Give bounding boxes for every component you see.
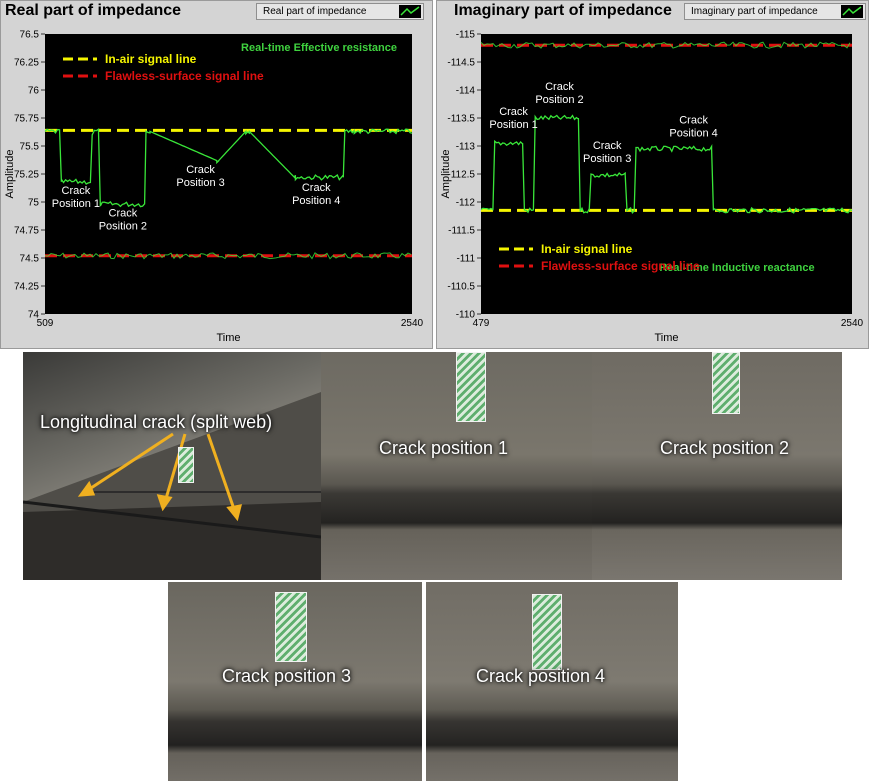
y-tick-label: -114 bbox=[456, 86, 476, 97]
photo-longitudinal-crack: Longitudinal crack (split web) bbox=[23, 352, 321, 580]
crack-label: Crack bbox=[593, 140, 622, 152]
sensor-tag bbox=[178, 447, 194, 483]
legend-entry: In-air signal line bbox=[541, 242, 633, 256]
y-tick-label: 75 bbox=[28, 198, 40, 209]
photo-caption: Longitudinal crack (split web) bbox=[40, 412, 273, 432]
chart-annotation: Real-time Effective resistance bbox=[241, 42, 397, 54]
sensor-tag bbox=[532, 594, 562, 670]
y-tick-label: 75.75 bbox=[14, 114, 39, 125]
photo-crack-position-2: Crack position 2 bbox=[592, 352, 842, 580]
y-tick-label: -114.5 bbox=[447, 58, 475, 69]
photo-caption: Crack position 3 bbox=[222, 666, 352, 686]
crack-label: Crack bbox=[186, 164, 215, 176]
real-impedance-chart: 7474.2574.574.757575.2575.575.757676.257… bbox=[4, 30, 424, 345]
y-tick-label: -111 bbox=[456, 254, 475, 265]
crack-label: Crack bbox=[499, 106, 528, 118]
crack-label: Crack bbox=[679, 115, 708, 127]
sensor-tag bbox=[456, 352, 486, 422]
crack-label: Position 1 bbox=[52, 198, 100, 210]
crack-label: Position 3 bbox=[176, 177, 224, 189]
crack-label: Position 1 bbox=[489, 119, 537, 131]
photo-crack-position-3: Crack position 3 bbox=[168, 582, 422, 781]
sensor-tag bbox=[275, 592, 307, 662]
y-tick-label: -113.5 bbox=[447, 114, 475, 125]
x-axis-label: Time bbox=[654, 332, 678, 344]
crack-label: Position 4 bbox=[669, 128, 717, 140]
y-tick-label: 74.5 bbox=[20, 254, 40, 265]
y-tick-label: -111.5 bbox=[448, 226, 475, 237]
x-tick-label: 509 bbox=[37, 318, 54, 329]
y-tick-label: 74.25 bbox=[14, 282, 39, 293]
sensor-tag bbox=[712, 352, 740, 414]
crack-label: Crack bbox=[545, 81, 574, 93]
crack-label: Position 4 bbox=[292, 195, 340, 207]
crack-label: Position 2 bbox=[99, 221, 147, 233]
rail-sketch bbox=[23, 392, 321, 580]
x-tick-label: 2540 bbox=[841, 318, 864, 329]
legend-entry: Flawless-surface signal line bbox=[541, 259, 700, 273]
y-tick-label: 75.25 bbox=[14, 170, 39, 181]
y-tick-label: -110.5 bbox=[447, 282, 475, 293]
y-tick-label: 76.5 bbox=[20, 30, 40, 41]
y-tick-label: 76 bbox=[28, 86, 40, 97]
crack-label: Position 2 bbox=[535, 94, 583, 106]
y-tick-label: 76.25 bbox=[14, 58, 39, 69]
real-impedance-panel: Real part of impedance Real part of impe… bbox=[0, 0, 433, 349]
legend-entry: Flawless-surface signal line bbox=[105, 69, 264, 83]
imag-impedance-panel: Imaginary part of impedance Imaginary pa… bbox=[436, 0, 869, 349]
photo-caption: Crack position 4 bbox=[476, 666, 606, 686]
crack-label: Position 3 bbox=[583, 153, 631, 165]
y-tick-label: -115 bbox=[456, 30, 476, 41]
photo-crack-position-4: Crack position 4 bbox=[426, 582, 678, 781]
y-tick-label: 75.5 bbox=[20, 142, 40, 153]
y-tick-label: -112 bbox=[456, 198, 476, 209]
y-axis-label: Amplitude bbox=[4, 150, 16, 199]
x-axis-label: Time bbox=[216, 332, 240, 344]
crack-label: Crack bbox=[302, 182, 331, 194]
y-tick-label: -113 bbox=[456, 142, 476, 153]
legend-entry: In-air signal line bbox=[105, 52, 197, 66]
imag-impedance-chart: -115-114.5-114-113.5-113-112.5-112-111.5… bbox=[440, 30, 864, 345]
y-axis-label: Amplitude bbox=[440, 150, 452, 199]
x-tick-label: 2540 bbox=[401, 318, 424, 329]
crack-label: Crack bbox=[109, 208, 138, 220]
y-tick-label: 74.75 bbox=[14, 226, 39, 237]
x-tick-label: 479 bbox=[473, 318, 490, 329]
photo-caption: Crack position 2 bbox=[660, 438, 790, 458]
crack-label: Crack bbox=[62, 185, 91, 197]
photo-crack-position-1: Crack position 1 bbox=[321, 352, 592, 580]
photo-caption: Crack position 1 bbox=[379, 438, 509, 458]
